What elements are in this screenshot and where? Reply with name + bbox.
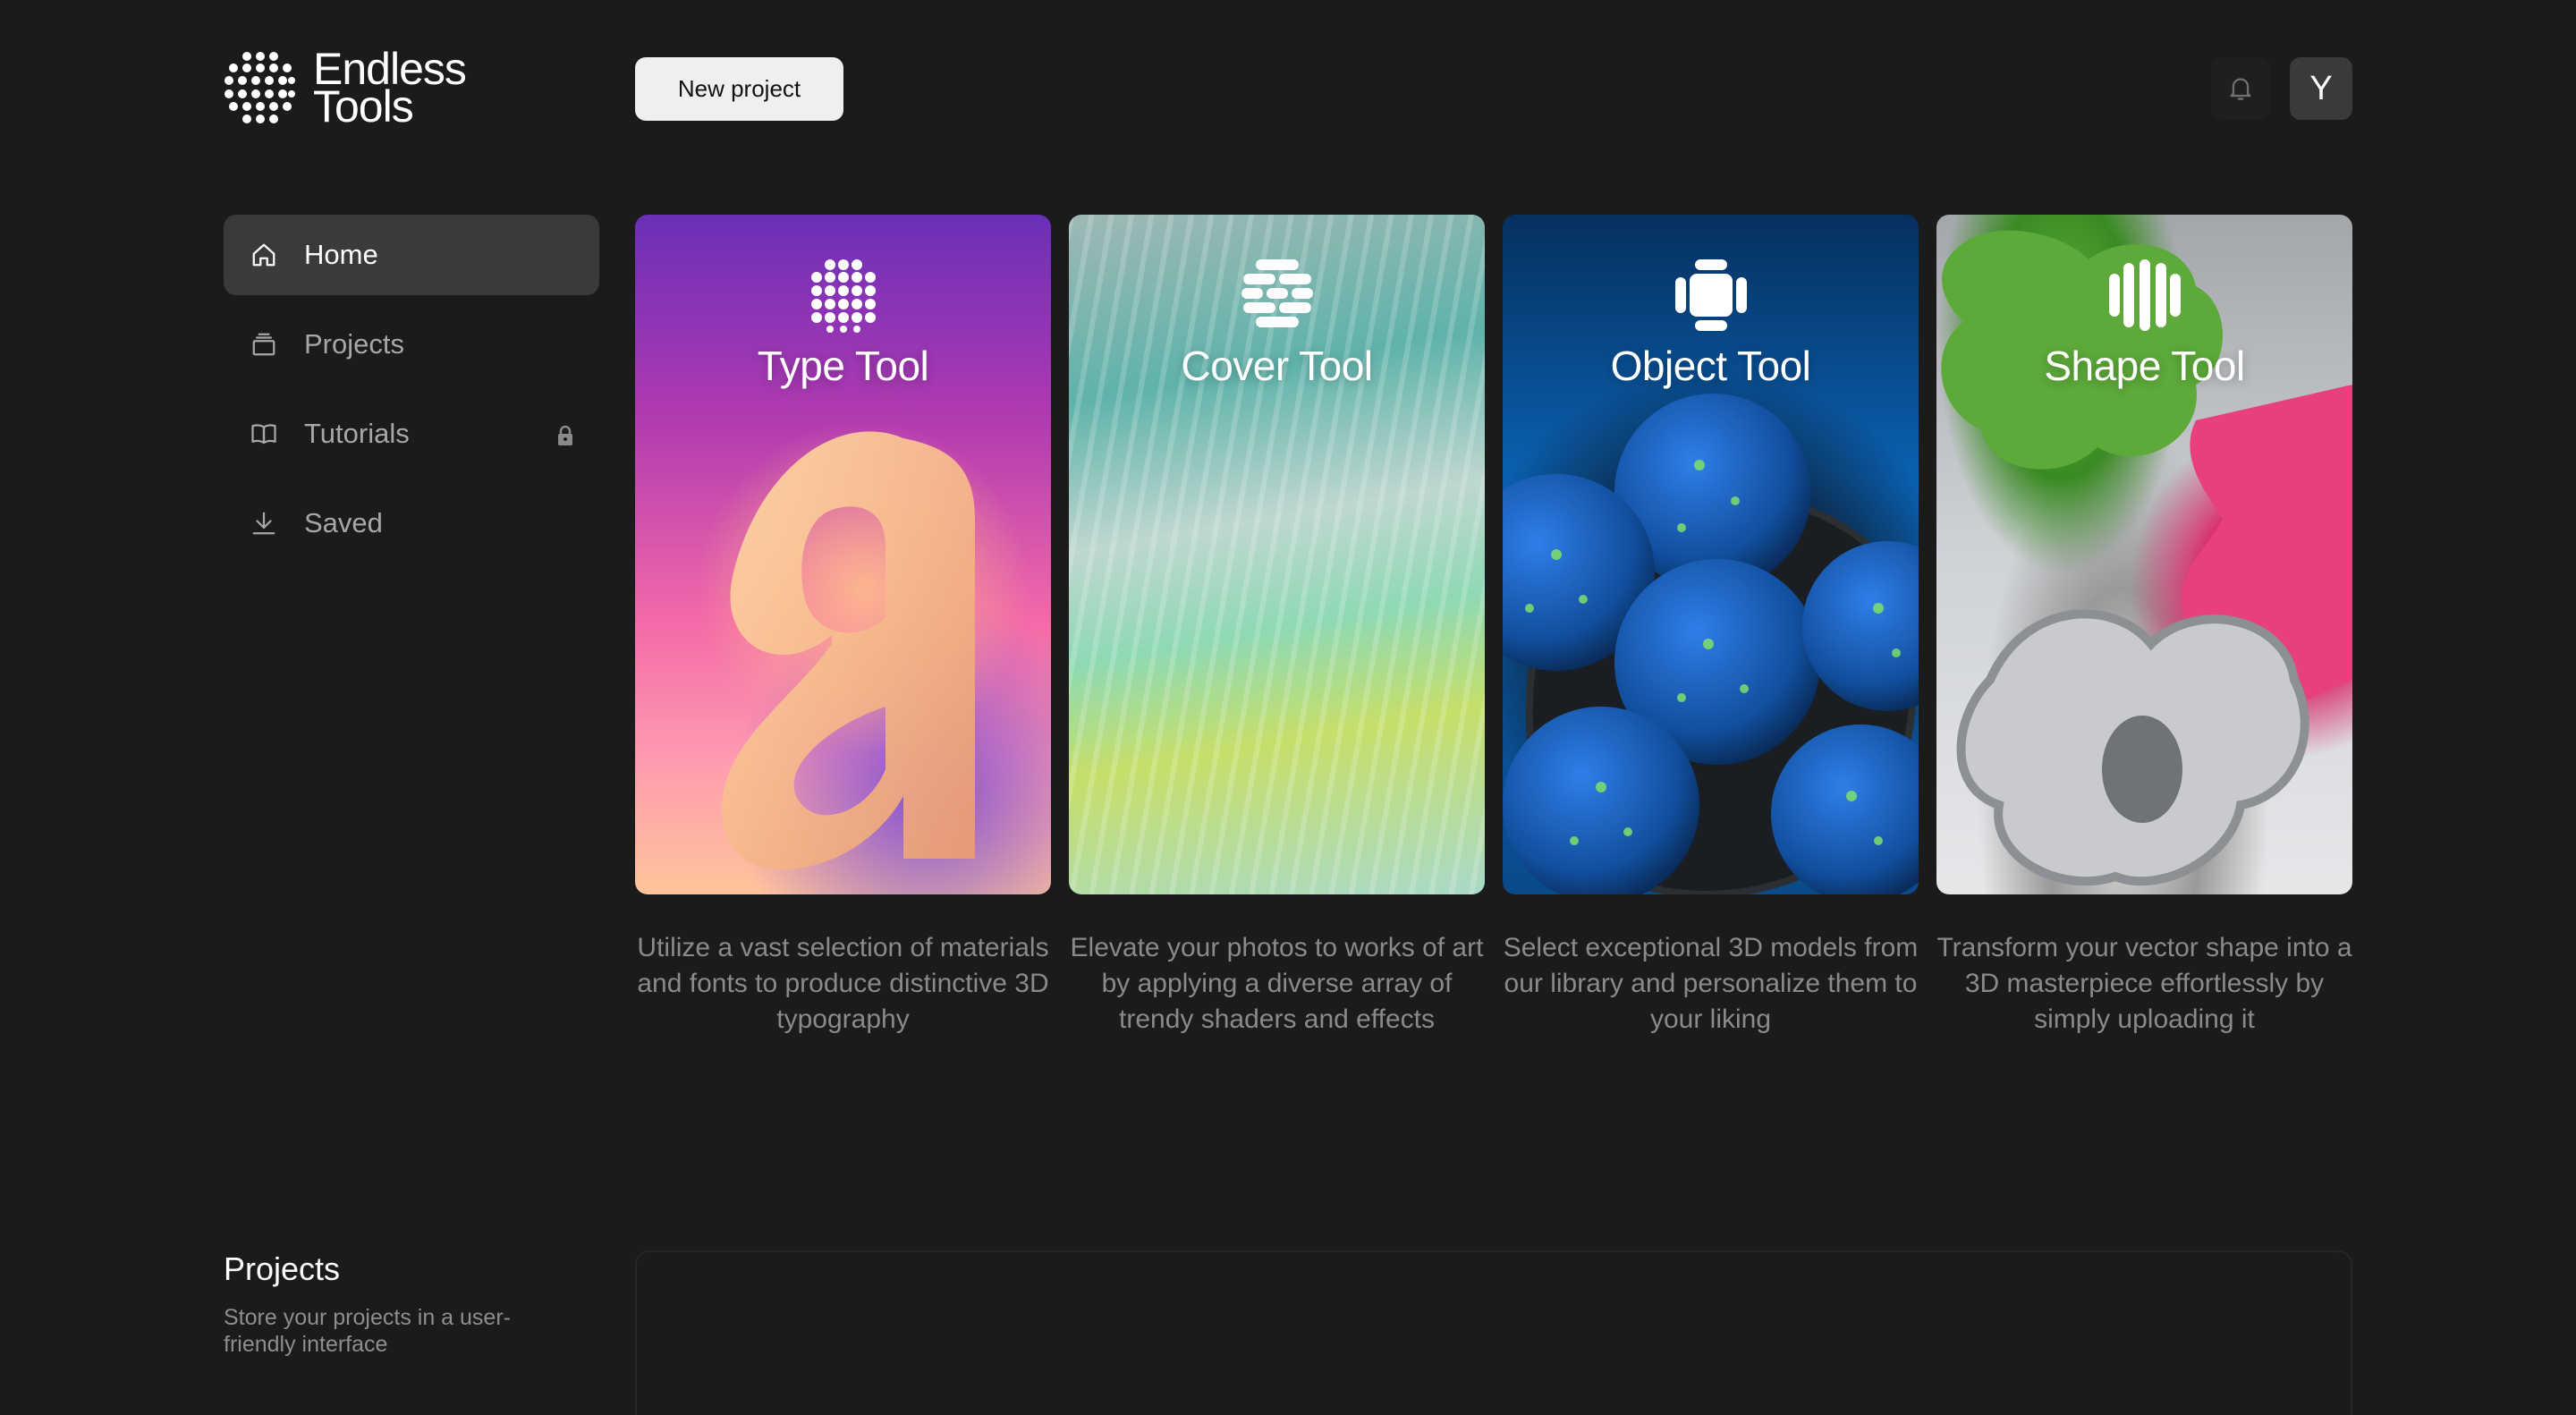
card-title: Shape Tool (2044, 343, 2245, 389)
notifications-button[interactable] (2211, 57, 2270, 120)
shape-tool-icon (2108, 259, 2181, 331)
sidebar-item-label: Home (304, 239, 378, 270)
user-avatar[interactable]: Y (2290, 57, 2352, 120)
card-title: Cover Tool (1181, 343, 1373, 389)
projects-icon (250, 331, 277, 358)
type-tool-icon (810, 259, 876, 333)
card-head: Type Tool (635, 258, 1051, 390)
tool-card-object[interactable]: Object Tool Select exceptional 3D models… (1503, 215, 1919, 1038)
projects-section-title: Projects (224, 1250, 341, 1287)
sidebar-item-label: Projects (304, 328, 404, 360)
object-tool-icon (1674, 259, 1747, 331)
sidebar-item-projects[interactable]: Projects (224, 304, 599, 385)
tool-cards: Type Tool Utilize a vast selection of ma… (635, 215, 2352, 1038)
spheres-artwork (1503, 394, 1919, 894)
shape-tool-preview[interactable]: Shape Tool (1936, 215, 2352, 894)
card-description: Select exceptional 3D models from our li… (1503, 933, 1919, 1034)
tool-card-shape[interactable]: Shape Tool Transform your vector shape i… (1936, 215, 2352, 1038)
card-description: Transform your vector shape into a 3D ma… (1936, 933, 2352, 1034)
sidebar-item-label: Saved (304, 507, 383, 538)
bell-icon (2230, 78, 2251, 100)
card-description: Elevate your photos to works of art by a… (1070, 933, 1484, 1034)
card-title: Type Tool (757, 343, 929, 389)
card-description: Utilize a vast selection of materials an… (637, 933, 1049, 1034)
book-icon (250, 420, 277, 447)
cover-tool-preview[interactable]: Cover Tool (1069, 215, 1485, 894)
tool-card-type[interactable]: Type Tool Utilize a vast selection of ma… (635, 215, 1051, 1038)
projects-section-subtitle: Store your projects in a user-friendly i… (224, 1305, 511, 1357)
letter-a-artwork (722, 431, 975, 870)
brand-logo[interactable]: Endless Tools (224, 47, 467, 129)
type-tool-preview[interactable]: Type Tool (635, 215, 1051, 894)
card-head: Cover Tool (1069, 258, 1485, 390)
tool-card-cover[interactable]: Cover Tool Elevate your photos to works … (1069, 215, 1485, 1038)
sidebar-nav: Home Projects Tutorials Saved (224, 215, 599, 572)
lock-icon (558, 425, 572, 445)
object-tool-preview[interactable]: Object Tool (1503, 215, 1919, 894)
logo-dots-icon (225, 52, 295, 123)
sidebar-item-saved[interactable]: Saved (224, 483, 599, 563)
cover-tool-icon (1241, 259, 1313, 327)
card-head: Shape Tool (1936, 258, 2352, 390)
new-project-button[interactable]: New project (635, 57, 843, 121)
home-icon (250, 241, 277, 268)
card-title: Object Tool (1610, 343, 1811, 389)
sidebar-item-tutorials[interactable]: Tutorials (224, 394, 599, 474)
download-icon (250, 510, 277, 537)
card-head: Object Tool (1503, 258, 1919, 390)
sidebar-item-home[interactable]: Home (224, 215, 599, 295)
brand-name: Endless Tools (313, 47, 467, 129)
projects-panel (635, 1250, 2352, 1415)
sidebar-item-label: Tutorials (304, 418, 410, 449)
